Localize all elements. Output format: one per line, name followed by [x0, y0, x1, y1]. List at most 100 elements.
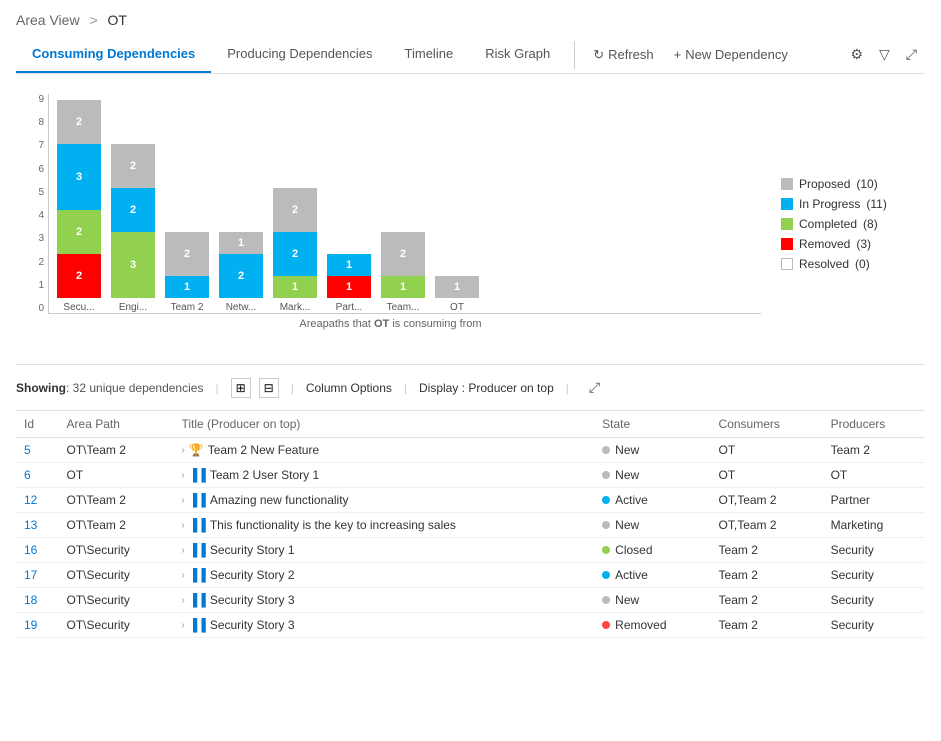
cell-producers: Security: [823, 613, 925, 638]
table-row: 13 OT\Team 2 › ▐▐ This functionality is …: [16, 513, 925, 538]
expand-chevron[interactable]: ›: [181, 445, 184, 456]
cell-producers: Team 2: [823, 438, 925, 463]
bar-team: 1 2 Team...: [381, 232, 425, 313]
expand-chevron[interactable]: ›: [181, 495, 184, 506]
refresh-icon: ↻: [593, 47, 604, 63]
refresh-button[interactable]: ↻ Refresh: [583, 39, 663, 71]
column-options-link[interactable]: Column Options: [306, 381, 392, 395]
breadcrumb-parent[interactable]: Area View: [16, 12, 80, 28]
id-link-19[interactable]: 19: [24, 618, 37, 632]
cell-area-path: OT\Security: [59, 538, 174, 563]
id-link-17[interactable]: 17: [24, 568, 37, 582]
cell-area-path: OT\Team 2: [59, 488, 174, 513]
col-producers: Producers: [823, 411, 925, 438]
bar-part-label: Part...: [336, 302, 363, 313]
bar-engi: 3 2 2 Engi...: [111, 144, 155, 313]
cell-title: › ▐▐ Security Story 2: [173, 563, 594, 588]
settings-button[interactable]: ⚙: [842, 40, 871, 69]
table-expand-button[interactable]: ⤢: [581, 373, 608, 402]
table-row: 16 OT\Security › ▐▐ Security Story 1 Clo…: [16, 538, 925, 563]
story-icon: ▐▐: [189, 618, 206, 632]
tab-timeline[interactable]: Timeline: [389, 36, 470, 73]
legend-inprogress-count: (11): [866, 197, 886, 211]
expand-chevron[interactable]: ›: [181, 595, 184, 606]
title-text: Security Story 2: [210, 568, 295, 582]
dependency-table: Id Area Path Title (Producer on top) Sta…: [16, 411, 925, 638]
expand-chevron[interactable]: ›: [181, 620, 184, 631]
cell-id: 16: [16, 538, 59, 563]
table-row: 17 OT\Security › ▐▐ Security Story 2 Act…: [16, 563, 925, 588]
title-text: Security Story 1: [210, 543, 295, 557]
legend-completed: Completed (8): [781, 217, 921, 231]
expand-chevron[interactable]: ›: [181, 470, 184, 481]
bar-engi-completed: 3: [111, 232, 155, 298]
id-link-6[interactable]: 6: [24, 468, 31, 482]
expand-chevron[interactable]: ›: [181, 570, 184, 581]
cell-state: New: [594, 463, 710, 488]
cell-area-path: OT: [59, 463, 174, 488]
bar-team2-proposed: 2: [165, 232, 209, 276]
table-row: 19 OT\Security › ▐▐ Security Story 3 Rem…: [16, 613, 925, 638]
collapse-rows-button[interactable]: ⊟: [259, 378, 279, 398]
expand-rows-button[interactable]: ⊞: [231, 378, 251, 398]
bar-secu: 2 2 3 2 Secu...: [57, 100, 101, 313]
bar-mark-label: Mark...: [280, 302, 311, 313]
id-link-13[interactable]: 13: [24, 518, 37, 532]
title-text: Team 2 User Story 1: [210, 468, 319, 482]
bar-ot: 1 OT: [435, 276, 479, 313]
legend-completed-count: (8): [863, 217, 878, 231]
cell-id: 6: [16, 463, 59, 488]
bar-secu-proposed: 2: [57, 100, 101, 144]
state-dot: [602, 546, 610, 554]
tab-producing[interactable]: Producing Dependencies: [211, 36, 388, 73]
tab-divider: [574, 41, 575, 69]
new-dependency-button[interactable]: + New Dependency: [664, 39, 798, 70]
table-row: 6 OT › ▐▐ Team 2 User Story 1 New OT OT: [16, 463, 925, 488]
legend-removed-label: Removed: [799, 237, 850, 251]
title-text: Security Story 3: [210, 618, 295, 632]
cell-producers: Security: [823, 588, 925, 613]
bar-part-inprogress: 1: [327, 254, 371, 276]
id-link-18[interactable]: 18: [24, 593, 37, 607]
state-text: New: [615, 518, 639, 532]
tab-riskgraph[interactable]: Risk Graph: [469, 36, 566, 73]
cell-state: Removed: [594, 613, 710, 638]
legend-removed-color: [781, 238, 793, 250]
cell-producers: Security: [823, 538, 925, 563]
bar-engi-proposed: 2: [111, 144, 155, 188]
state-dot: [602, 596, 610, 604]
table-row: 12 OT\Team 2 › ▐▐ Amazing new functional…: [16, 488, 925, 513]
cell-consumers: Team 2: [711, 538, 823, 563]
filter-button[interactable]: ▽: [871, 40, 898, 69]
bar-mark: 1 2 2 Mark...: [273, 188, 317, 313]
bar-secu-removed: 2: [57, 254, 101, 298]
plus-icon: +: [674, 47, 682, 62]
state-dot: [602, 521, 610, 529]
cell-state: New: [594, 513, 710, 538]
cell-consumers: Team 2: [711, 563, 823, 588]
cell-area-path: OT\Security: [59, 563, 174, 588]
legend-removed-count: (3): [856, 237, 871, 251]
bar-part: 1 1 Part...: [327, 254, 371, 313]
expand-chevron[interactable]: ›: [181, 520, 184, 531]
bar-netw: 2 1 Netw...: [219, 232, 263, 313]
id-link-5[interactable]: 5: [24, 443, 31, 457]
id-link-16[interactable]: 16: [24, 543, 37, 557]
story-icon: ▐▐: [189, 468, 206, 482]
state-dot: [602, 446, 610, 454]
cell-state: Active: [594, 488, 710, 513]
story-icon: ▐▐: [189, 543, 206, 557]
tab-consuming[interactable]: Consuming Dependencies: [16, 36, 211, 73]
table-toolbar: Showing: 32 unique dependencies | ⊞ ⊟ | …: [16, 364, 925, 411]
display-toggle[interactable]: Display : Producer on top: [419, 381, 554, 395]
bar-engi-inprogress: 2: [111, 188, 155, 232]
cell-state: Closed: [594, 538, 710, 563]
story-icon: ▐▐: [189, 568, 206, 582]
expand-chevron[interactable]: ›: [181, 545, 184, 556]
id-link-12[interactable]: 12: [24, 493, 37, 507]
bar-netw-label: Netw...: [226, 302, 257, 313]
expand-button[interactable]: ⤢: [898, 40, 925, 69]
bar-ot-proposed: 1: [435, 276, 479, 298]
state-text: Active: [615, 493, 648, 507]
cell-state: Active: [594, 563, 710, 588]
